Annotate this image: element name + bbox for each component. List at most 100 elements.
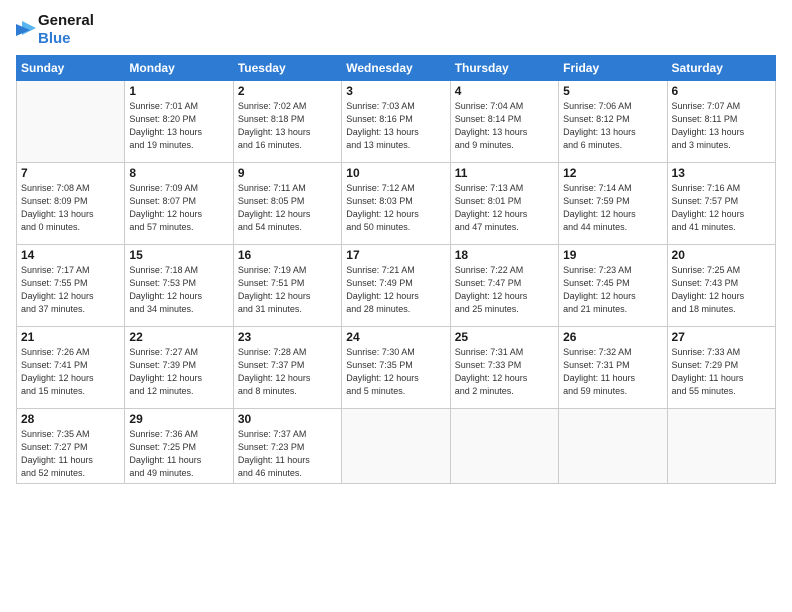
calendar-cell: 22 Sunrise: 7:27 AM Sunset: 7:39 PM Dayli…	[125, 327, 233, 409]
day-info: Sunrise: 7:08 AM Sunset: 8:09 PM Dayligh…	[21, 182, 120, 234]
calendar-cell: 29Sunrise: 7:36 AM Sunset: 7:25 PM Dayli…	[125, 409, 233, 484]
day-number: 22	[129, 330, 228, 344]
calendar-cell: 16 Sunrise: 7:19 AM Sunset: 7:51 PM Dayli…	[233, 245, 341, 327]
calendar-cell: 1 Sunrise: 7:01 AM Sunset: 8:20 PM Daylig…	[125, 81, 233, 163]
calendar-cell: 12Sunrise: 7:14 AM Sunset: 7:59 PM Dayli…	[559, 163, 667, 245]
calendar-cell: 8 Sunrise: 7:09 AM Sunset: 8:07 PM Daylig…	[125, 163, 233, 245]
calendar-cell: 3 Sunrise: 7:03 AM Sunset: 8:16 PM Daylig…	[342, 81, 450, 163]
calendar-cell: 9Sunrise: 7:11 AM Sunset: 8:05 PM Daylig…	[233, 163, 341, 245]
calendar-cell: 25 Sunrise: 7:31 AM Sunset: 7:33 PM Dayli…	[450, 327, 558, 409]
week-row-1: 7 Sunrise: 7:08 AM Sunset: 8:09 PM Daylig…	[17, 163, 776, 245]
day-number: 30	[238, 412, 337, 426]
weekday-header-monday: Monday	[125, 56, 233, 81]
day-info: Sunrise: 7:03 AM Sunset: 8:16 PM Dayligh…	[346, 100, 445, 152]
day-info: Sunrise: 7:30 AM Sunset: 7:35 PM Dayligh…	[346, 346, 445, 398]
day-number: 17	[346, 248, 445, 262]
day-info: Sunrise: 7:12 AM Sunset: 8:03 PM Dayligh…	[346, 182, 445, 234]
day-info: Sunrise: 7:09 AM Sunset: 8:07 PM Dayligh…	[129, 182, 228, 234]
week-row-4: 28 Sunrise: 7:35 AM Sunset: 7:27 PM Dayli…	[17, 409, 776, 484]
day-info: Sunrise: 7:26 AM Sunset: 7:41 PM Dayligh…	[21, 346, 120, 398]
day-info: Sunrise: 7:19 AM Sunset: 7:51 PM Dayligh…	[238, 264, 337, 316]
week-row-2: 14 Sunrise: 7:17 AM Sunset: 7:55 PM Dayli…	[17, 245, 776, 327]
day-number: 16	[238, 248, 337, 262]
day-number: 29	[129, 412, 228, 426]
day-info: Sunrise: 7:33 AM Sunset: 7:29 PM Dayligh…	[672, 346, 771, 398]
day-info: Sunrise: 7:07 AM Sunset: 8:11 PM Dayligh…	[672, 100, 771, 152]
day-number: 15	[129, 248, 228, 262]
day-info: Sunrise: 7:22 AM Sunset: 7:47 PM Dayligh…	[455, 264, 554, 316]
calendar-cell: 14 Sunrise: 7:17 AM Sunset: 7:55 PM Dayli…	[17, 245, 125, 327]
weekday-header-saturday: Saturday	[667, 56, 775, 81]
calendar-cell: 10 Sunrise: 7:12 AM Sunset: 8:03 PM Dayli…	[342, 163, 450, 245]
day-number: 21	[21, 330, 120, 344]
calendar-cell	[17, 81, 125, 163]
day-info: Sunrise: 7:17 AM Sunset: 7:55 PM Dayligh…	[21, 264, 120, 316]
week-row-3: 21 Sunrise: 7:26 AM Sunset: 7:41 PM Dayli…	[17, 327, 776, 409]
day-number: 8	[129, 166, 228, 180]
day-number: 19	[563, 248, 662, 262]
weekday-header-row: SundayMondayTuesdayWednesdayThursdayFrid…	[17, 56, 776, 81]
day-number: 5	[563, 84, 662, 98]
day-number: 27	[672, 330, 771, 344]
day-info: Sunrise: 7:23 AM Sunset: 7:45 PM Dayligh…	[563, 264, 662, 316]
calendar-cell: 21 Sunrise: 7:26 AM Sunset: 7:41 PM Dayli…	[17, 327, 125, 409]
logo: GeneralBlue	[16, 12, 94, 47]
calendar-cell	[342, 409, 450, 484]
day-info: Sunrise: 7:16 AM Sunset: 7:57 PM Dayligh…	[672, 182, 771, 234]
day-info: Sunrise: 7:04 AM Sunset: 8:14 PM Dayligh…	[455, 100, 554, 152]
day-number: 23	[238, 330, 337, 344]
day-number: 4	[455, 84, 554, 98]
day-info: Sunrise: 7:28 AM Sunset: 7:37 PM Dayligh…	[238, 346, 337, 398]
week-row-0: 1 Sunrise: 7:01 AM Sunset: 8:20 PM Daylig…	[17, 81, 776, 163]
calendar-cell: 4 Sunrise: 7:04 AM Sunset: 8:14 PM Daylig…	[450, 81, 558, 163]
calendar-cell: 5Sunrise: 7:06 AM Sunset: 8:12 PM Daylig…	[559, 81, 667, 163]
calendar-cell: 26Sunrise: 7:32 AM Sunset: 7:31 PM Dayli…	[559, 327, 667, 409]
day-info: Sunrise: 7:21 AM Sunset: 7:49 PM Dayligh…	[346, 264, 445, 316]
day-number: 25	[455, 330, 554, 344]
logo-blue-text: Blue	[38, 30, 71, 47]
day-info: Sunrise: 7:35 AM Sunset: 7:27 PM Dayligh…	[21, 428, 120, 480]
day-number: 9	[238, 166, 337, 180]
day-info: Sunrise: 7:18 AM Sunset: 7:53 PM Dayligh…	[129, 264, 228, 316]
day-info: Sunrise: 7:13 AM Sunset: 8:01 PM Dayligh…	[455, 182, 554, 234]
calendar-cell: 27 Sunrise: 7:33 AM Sunset: 7:29 PM Dayli…	[667, 327, 775, 409]
logo-general-text: General	[38, 12, 94, 29]
calendar-cell: 6 Sunrise: 7:07 AM Sunset: 8:11 PM Daylig…	[667, 81, 775, 163]
header: GeneralBlue	[16, 12, 776, 47]
day-number: 1	[129, 84, 228, 98]
calendar-cell: 30 Sunrise: 7:37 AM Sunset: 7:23 PM Dayli…	[233, 409, 341, 484]
day-number: 2	[238, 84, 337, 98]
day-info: Sunrise: 7:37 AM Sunset: 7:23 PM Dayligh…	[238, 428, 337, 480]
day-number: 12	[563, 166, 662, 180]
page: GeneralBlue SundayMondayTuesdayWednesday…	[0, 0, 792, 612]
weekday-header-sunday: Sunday	[17, 56, 125, 81]
day-number: 10	[346, 166, 445, 180]
calendar-cell: 7 Sunrise: 7:08 AM Sunset: 8:09 PM Daylig…	[17, 163, 125, 245]
day-number: 14	[21, 248, 120, 262]
day-number: 28	[21, 412, 120, 426]
day-number: 13	[672, 166, 771, 180]
day-number: 20	[672, 248, 771, 262]
day-number: 18	[455, 248, 554, 262]
calendar-cell: 18 Sunrise: 7:22 AM Sunset: 7:47 PM Dayli…	[450, 245, 558, 327]
calendar-cell: 15 Sunrise: 7:18 AM Sunset: 7:53 PM Dayli…	[125, 245, 233, 327]
calendar-cell: 2 Sunrise: 7:02 AM Sunset: 8:18 PM Daylig…	[233, 81, 341, 163]
calendar-cell: 13 Sunrise: 7:16 AM Sunset: 7:57 PM Dayli…	[667, 163, 775, 245]
day-number: 11	[455, 166, 554, 180]
day-info: Sunrise: 7:27 AM Sunset: 7:39 PM Dayligh…	[129, 346, 228, 398]
day-info: Sunrise: 7:25 AM Sunset: 7:43 PM Dayligh…	[672, 264, 771, 316]
calendar-cell	[667, 409, 775, 484]
day-info: Sunrise: 7:31 AM Sunset: 7:33 PM Dayligh…	[455, 346, 554, 398]
day-number: 24	[346, 330, 445, 344]
day-info: Sunrise: 7:02 AM Sunset: 8:18 PM Dayligh…	[238, 100, 337, 152]
calendar-cell: 28 Sunrise: 7:35 AM Sunset: 7:27 PM Dayli…	[17, 409, 125, 484]
day-info: Sunrise: 7:01 AM Sunset: 8:20 PM Dayligh…	[129, 100, 228, 152]
day-number: 7	[21, 166, 120, 180]
calendar: SundayMondayTuesdayWednesdayThursdayFrid…	[16, 55, 776, 484]
calendar-cell	[559, 409, 667, 484]
calendar-cell: 23 Sunrise: 7:28 AM Sunset: 7:37 PM Dayli…	[233, 327, 341, 409]
day-number: 3	[346, 84, 445, 98]
day-number: 6	[672, 84, 771, 98]
calendar-cell: 11 Sunrise: 7:13 AM Sunset: 8:01 PM Dayli…	[450, 163, 558, 245]
day-number: 26	[563, 330, 662, 344]
